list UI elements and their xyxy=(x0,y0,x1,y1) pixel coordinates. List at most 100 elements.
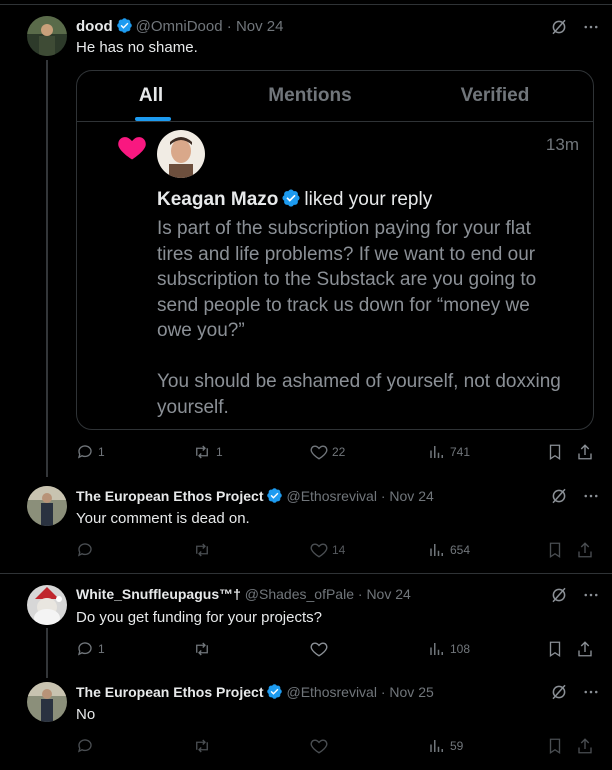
grok-icon[interactable] xyxy=(550,487,568,510)
tweet-actions: 59 xyxy=(76,737,596,757)
notification-action: liked your reply xyxy=(304,189,433,210)
verified-badge-icon xyxy=(116,17,133,39)
timestamp[interactable]: Nov 24 xyxy=(389,488,433,504)
body-line: tires and life problems? If we want to e… xyxy=(157,243,536,265)
grok-icon[interactable] xyxy=(550,683,568,706)
tab-all[interactable]: All xyxy=(77,71,225,121)
separator-top xyxy=(0,4,612,5)
reply-button[interactable] xyxy=(76,737,98,755)
like-button[interactable] xyxy=(310,640,332,658)
like-button[interactable] xyxy=(310,737,332,755)
thread-connector xyxy=(46,628,48,678)
share-button[interactable] xyxy=(576,541,594,559)
notifier-name[interactable]: Keagan Mazo xyxy=(157,189,278,210)
share-icon xyxy=(576,737,594,755)
like-button[interactable]: 22 xyxy=(310,443,345,461)
notification-headline: Keagan Mazo liked your reply xyxy=(157,188,432,214)
grok-icon[interactable] xyxy=(550,18,568,41)
body-line xyxy=(157,344,577,370)
avatar[interactable] xyxy=(27,585,67,625)
thread-connector xyxy=(46,60,48,477)
tweet-header-icons xyxy=(550,586,600,609)
like-count: 14 xyxy=(332,543,346,557)
more-icon[interactable] xyxy=(582,487,600,510)
timestamp[interactable]: Nov 25 xyxy=(389,684,433,700)
tweet-text: No xyxy=(76,706,96,723)
reply-icon xyxy=(76,737,94,755)
verified-badge-icon xyxy=(266,683,283,705)
views-icon xyxy=(428,640,446,658)
handle[interactable]: @Ethosrevival xyxy=(286,684,376,700)
reply-icon xyxy=(76,640,94,658)
separator-dot: · xyxy=(222,18,236,35)
body-line: owe you?” xyxy=(157,320,245,341)
retweet-button[interactable] xyxy=(192,640,216,658)
bookmark-button[interactable] xyxy=(546,541,564,559)
like-button[interactable]: 14 xyxy=(310,541,345,559)
share-button[interactable] xyxy=(576,640,594,658)
retweet-icon xyxy=(192,640,212,658)
timestamp[interactable]: Nov 24 xyxy=(236,18,284,35)
display-name[interactable]: dood xyxy=(76,18,113,35)
reply-button[interactable]: 1 xyxy=(76,640,105,658)
retweet-button[interactable] xyxy=(192,541,216,559)
display-name[interactable]: The European Ethos Project xyxy=(76,488,263,504)
embedded-screenshot[interactable]: All Mentions Verified 13m Keagan Mazo lik… xyxy=(76,70,594,430)
reply-count: 1 xyxy=(98,445,105,459)
views-icon xyxy=(428,443,446,461)
verified-badge-icon xyxy=(266,487,283,509)
views-icon xyxy=(428,541,446,559)
views-button[interactable]: 108 xyxy=(428,640,470,658)
tab-mentions[interactable]: Mentions xyxy=(225,71,395,121)
grok-icon[interactable] xyxy=(550,586,568,609)
display-name[interactable]: White_Snuffleupagus™† xyxy=(76,586,241,602)
bookmark-button[interactable] xyxy=(546,443,564,461)
views-button[interactable]: 654 xyxy=(428,541,470,559)
retweet-button[interactable] xyxy=(192,737,216,755)
views-icon xyxy=(428,737,446,755)
retweet-icon xyxy=(192,737,212,755)
views-button[interactable]: 741 xyxy=(428,443,470,461)
retweet-icon xyxy=(192,541,212,559)
like-icon xyxy=(310,640,328,658)
separator-dot: · xyxy=(376,488,390,504)
views-count: 59 xyxy=(450,739,464,753)
more-icon[interactable] xyxy=(582,586,600,609)
handle[interactable]: @Shades_ofPale xyxy=(245,586,354,602)
verified-badge-icon xyxy=(281,188,301,214)
avatar[interactable] xyxy=(27,486,67,526)
separator-dot: · xyxy=(376,684,390,700)
reply-button[interactable]: 1 xyxy=(76,443,105,461)
retweet-button[interactable]: 1 xyxy=(192,443,223,461)
display-name[interactable]: The European Ethos Project xyxy=(76,684,263,700)
handle[interactable]: @OmniDood xyxy=(136,18,223,35)
body-line: yourself. xyxy=(157,396,229,418)
views-count: 108 xyxy=(450,642,471,656)
avatar[interactable] xyxy=(27,682,67,722)
separator-mid xyxy=(0,573,612,574)
timestamp[interactable]: Nov 24 xyxy=(366,586,410,602)
tweet-header-icons xyxy=(550,18,600,41)
bookmark-icon xyxy=(546,541,564,559)
reply-button[interactable] xyxy=(76,541,98,559)
heart-filled-icon xyxy=(117,133,147,166)
tabs-divider xyxy=(77,121,593,122)
views-button[interactable]: 59 xyxy=(428,737,463,755)
share-button[interactable] xyxy=(576,443,594,461)
bookmark-icon xyxy=(546,640,564,658)
handle[interactable]: @Ethosrevival xyxy=(286,488,376,504)
tweet-header-icons xyxy=(550,487,600,510)
retweet-icon xyxy=(192,443,212,461)
tab-verified[interactable]: Verified xyxy=(395,71,593,121)
tweet-text: Your comment is dead on. xyxy=(76,510,250,527)
avatar[interactable] xyxy=(27,16,67,56)
more-icon[interactable] xyxy=(582,18,600,41)
notifier-avatar[interactable] xyxy=(157,130,205,178)
bookmark-button[interactable] xyxy=(546,640,564,658)
share-button[interactable] xyxy=(576,737,594,755)
bookmark-button[interactable] xyxy=(546,737,564,755)
tweet-actions: 14 654 xyxy=(76,541,596,561)
more-icon[interactable] xyxy=(582,683,600,706)
reply-icon xyxy=(76,541,94,559)
like-icon xyxy=(310,443,328,461)
